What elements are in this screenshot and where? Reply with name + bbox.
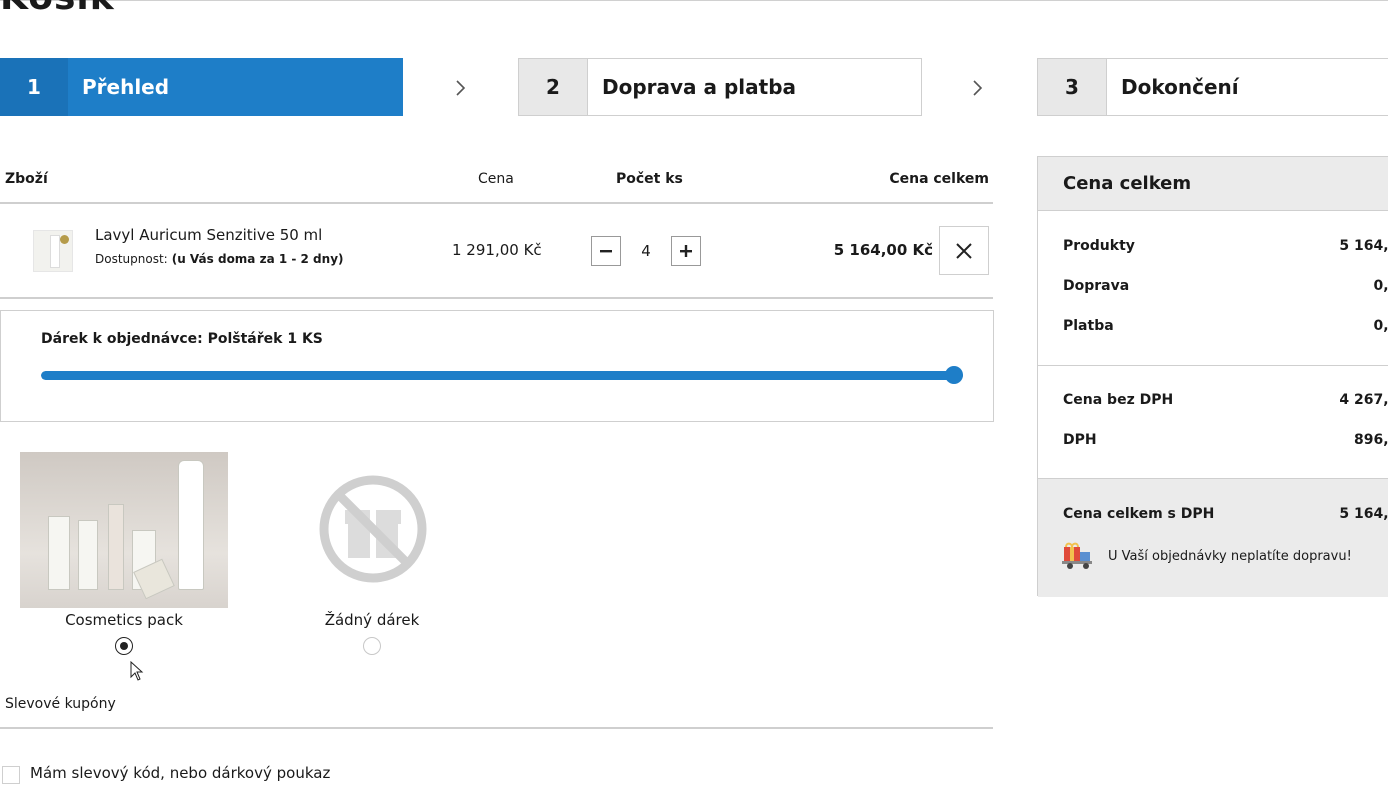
availability-label: Dostupnost:: [95, 252, 168, 266]
divider: [1038, 365, 1388, 366]
row-label: Doprava: [1063, 278, 1130, 294]
header-qty: Počet ks: [616, 171, 683, 187]
row-label: Cena bez DPH: [1063, 392, 1174, 408]
coupon-checkbox-label[interactable]: Mám slevový kód, nebo dárkový poukaz: [30, 764, 330, 782]
row-label: Platba: [1063, 318, 1114, 334]
gift-progress-fill: [41, 371, 963, 380]
gift-title: Dárek k objednávce: Polštářek 1 KS: [41, 331, 323, 347]
product-name-link[interactable]: Lavyl Auricum Senzitive 50 ml: [95, 226, 322, 244]
product-thumbnail[interactable]: [33, 230, 73, 272]
top-divider: [0, 0, 1388, 1]
free-shipping-note: U Vaší objednávky neplatíte dopravu!: [1108, 549, 1352, 564]
remove-item-button[interactable]: [939, 226, 989, 275]
summary-row-products: Produkty 5 164,00: [1063, 238, 1388, 254]
step-label: Dokončení: [1121, 75, 1239, 99]
gift-progress-box: Dárek k objednávce: Polštářek 1 KS: [0, 310, 994, 422]
header-total: Cena celkem: [889, 171, 989, 187]
summary-row-net: Cena bez DPH 4 267,77: [1063, 392, 1388, 408]
page-title: Košík: [0, 0, 115, 18]
summary-row-total: Cena celkem s DPH 5 164,00: [1063, 506, 1388, 522]
step-number: 2: [519, 59, 588, 115]
step-shipping-payment[interactable]: 2 Doprava a platba: [518, 58, 922, 116]
step-number: 1: [0, 58, 68, 116]
gift-option-radio-none[interactable]: [363, 637, 381, 655]
summary-header: Cena celkem: [1038, 157, 1388, 211]
row-label: Cena celkem s DPH: [1063, 506, 1215, 522]
step-finish[interactable]: 3 Dokončení: [1037, 58, 1388, 116]
product-availability: Dostupnost: (u Vás doma za 1 - 2 dny): [95, 252, 344, 266]
plus-icon: [680, 245, 692, 257]
gift-option-label: Cosmetics pack: [65, 611, 183, 629]
row-value: 896,23: [1353, 432, 1388, 448]
order-summary: Cena celkem Produkty 5 164,00 Doprava 0,…: [1037, 156, 1388, 597]
coupons-title: Slevové kupóny: [5, 696, 116, 712]
cosmetics-pack-image[interactable]: [20, 452, 228, 608]
chevron-right-icon: [972, 78, 986, 98]
gift-progress-knob: [945, 366, 963, 384]
no-gift-icon[interactable]: [318, 474, 428, 584]
step-overview[interactable]: 1 Přehled: [0, 58, 403, 116]
minus-icon: [600, 250, 612, 253]
line-total: 5 164,00 Kč: [833, 241, 933, 259]
summary-row-payment: Platba 0,00: [1063, 318, 1388, 334]
row-label: DPH: [1063, 432, 1097, 448]
coupon-checkbox[interactable]: [2, 766, 20, 784]
gift-progress-bar: [41, 371, 963, 380]
gift-option-label: Žádný dárek: [324, 611, 420, 629]
header-price: Cena: [478, 171, 514, 187]
qty-increase-button[interactable]: [671, 236, 701, 266]
summary-title: Cena celkem: [1063, 173, 1192, 194]
summary-total-panel: [1038, 479, 1388, 597]
row-value: 0,00: [1373, 318, 1388, 334]
divider: [0, 727, 993, 729]
chevron-right-icon: [455, 78, 469, 98]
row-label: Produkty: [1063, 238, 1135, 254]
divider: [0, 202, 993, 204]
qty-decrease-button[interactable]: [591, 236, 621, 266]
row-value: 5 164,00: [1339, 238, 1388, 254]
row-value: 0,00: [1373, 278, 1388, 294]
step-label: Přehled: [82, 75, 170, 99]
row-value: 5 164,00: [1339, 506, 1388, 522]
qty-input[interactable]: 4: [636, 242, 656, 260]
gift-option-radio-cosmetics[interactable]: [115, 637, 133, 655]
summary-row-shipping: Doprava 0,00: [1063, 278, 1388, 294]
step-label: Doprava a platba: [602, 75, 797, 99]
header-product: Zboží: [5, 171, 48, 187]
row-value: 4 267,77: [1339, 392, 1388, 408]
mouse-cursor-icon: [130, 661, 144, 681]
step-number: 3: [1038, 59, 1107, 115]
availability-value: (u Vás doma za 1 - 2 dny): [171, 252, 344, 266]
summary-row-vat: DPH 896,23: [1063, 432, 1388, 448]
divider: [0, 297, 993, 299]
unit-price: 1 291,00 Kč: [452, 241, 542, 259]
gift-truck-icon: [1062, 542, 1092, 569]
close-icon: [956, 242, 972, 259]
